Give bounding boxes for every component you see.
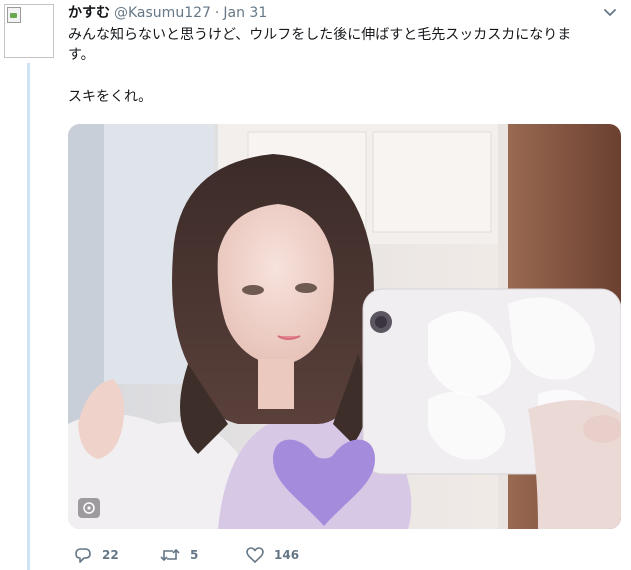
chevron-down-icon[interactable] (604, 8, 616, 18)
heart-icon (246, 547, 264, 563)
thread-line (27, 63, 30, 570)
broken-image-icon (7, 7, 21, 23)
retweet-button[interactable]: 5 (160, 544, 198, 566)
reply-count: 22 (102, 548, 119, 562)
tweet-text-line: みんな知らないと思うけど、ウルフをした後に伸ばすと毛先スッカスカになりま (68, 27, 572, 43)
retweet-icon (160, 548, 180, 562)
reply-icon (75, 547, 91, 563)
avatar[interactable] (4, 4, 54, 58)
display-name[interactable]: かすむ (68, 4, 110, 22)
timestamp[interactable]: Jan 31 (223, 4, 267, 22)
user-handle[interactable]: @Kasumu127 (114, 4, 211, 22)
tweet-photo[interactable] (68, 124, 621, 529)
photo-scene (68, 124, 621, 529)
tweet-text: みんな知らないと思うけど、ウルフをした後に伸ばすと毛先スッカスカになりま す。 … (68, 25, 616, 107)
tweet-text-line: スキをくれ。 (68, 89, 153, 105)
tweet-text-line: す。 (68, 47, 95, 63)
like-count: 146 (274, 548, 300, 562)
tweet: かすむ @Kasumu127 · Jan 31 みんな知らないと思うけど、ウルフ… (0, 0, 631, 570)
separator-dot: · (214, 5, 220, 21)
like-button[interactable]: 146 (246, 544, 299, 566)
reply-button[interactable]: 22 (74, 544, 119, 566)
retweet-count: 5 (190, 548, 199, 562)
photo-badge-icon (78, 498, 100, 518)
tweet-header: かすむ @Kasumu127 · Jan 31 (68, 4, 267, 22)
